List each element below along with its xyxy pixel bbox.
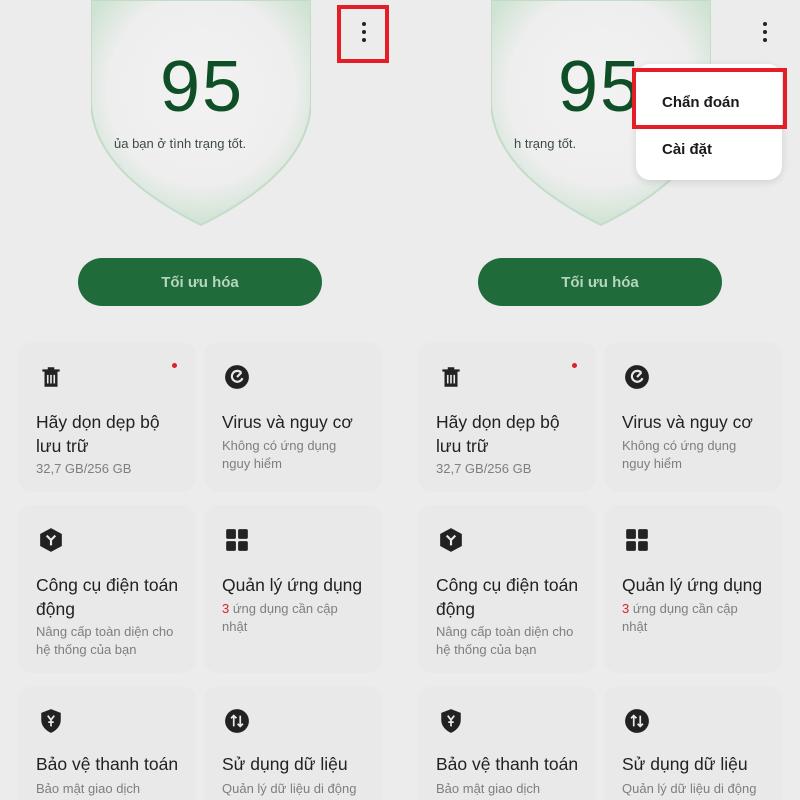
grid-apps-icon — [626, 529, 648, 551]
card-title: Hãy dọn dẹp bộ — [36, 412, 160, 432]
card-subtitle: Nâng cấp toàn diện cho — [436, 624, 574, 639]
card-payment[interactable]: Bảo vệ thanh toán Bảo mật giao dịch — [418, 686, 596, 800]
card-subtitle: Quản lý dữ liệu di động — [622, 781, 757, 796]
optimize-button[interactable]: Tối ưu hóa — [78, 258, 322, 306]
card-title: Sử dụng dữ liệu — [222, 754, 348, 774]
card-storage[interactable]: Hãy dọn dẹp bộ lưu trữ 32,7 GB/256 GB — [418, 342, 596, 492]
card-subtitle: Bảo mật giao dịch — [36, 781, 141, 796]
card-title: lưu trữ — [36, 436, 89, 456]
card-title: Quản lý ứng dụng — [222, 575, 363, 595]
card-payment[interactable]: Bảo vệ thanh toán Bảo mật giao dịch — [18, 686, 196, 800]
card-subtitle: Bảo mật giao dịch — [436, 781, 541, 796]
virus-scan-icon — [225, 365, 249, 389]
card-subtitle: hệ thống của bạn — [436, 642, 537, 657]
card-data-usage[interactable]: Sử dụng dữ liệu Quản lý dữ liệu di động — [204, 686, 382, 800]
cube-tool-icon — [40, 528, 62, 552]
notification-dot — [572, 363, 577, 368]
card-storage[interactable]: Hãy dọn dẹp bộ lưu trữ 32,7 GB/256 GB — [18, 342, 196, 492]
card-subtitle: 32,7 GB/256 GB — [436, 461, 532, 476]
left-screen: 95 ủa bạn ở tình trạng tốt. Tối ưu hóa H… — [0, 0, 400, 800]
card-data-usage[interactable]: Sử dụng dữ liệu Quản lý dữ liệu di động — [604, 686, 782, 800]
card-title: Quản lý ứng dụng — [622, 575, 763, 595]
highlight-more-options — [337, 5, 389, 63]
data-arrows-icon — [225, 709, 249, 733]
more-options-button[interactable] — [747, 10, 783, 54]
card-apps[interactable]: Quản lý ứng dụng 3 ứng dụng cần cập nhật — [204, 505, 382, 673]
card-title: động — [436, 599, 475, 619]
card-title: Công cụ điện toán — [436, 575, 579, 595]
card-subtitle: 3 ứng dụng cần cập — [222, 601, 338, 616]
card-subtitle: Không có ứng dụng — [222, 438, 337, 453]
card-title: Virus và nguy cơ — [622, 412, 753, 432]
card-subtitle: 32,7 GB/256 GB — [36, 461, 132, 476]
cube-tool-icon — [440, 528, 462, 552]
menu-item-settings[interactable]: Cài đặt — [662, 141, 712, 158]
notification-dot — [172, 363, 177, 368]
more-vert-icon — [763, 22, 767, 26]
grid-apps-icon — [226, 529, 248, 551]
card-tools[interactable]: Công cụ điện toán động Nâng cấp toàn diệ… — [418, 505, 596, 673]
card-title: Bảo vệ thanh toán — [36, 754, 179, 774]
card-subtitle: nhật — [222, 619, 248, 634]
right-screen: 95 h trạng tốt. Tối ưu hóa Hãy dọn dẹp b… — [400, 0, 800, 800]
card-title: lưu trữ — [436, 436, 489, 456]
trash-icon — [42, 367, 60, 387]
card-subtitle: Nâng cấp toàn diện cho — [36, 624, 174, 639]
card-title: Bảo vệ thanh toán — [436, 754, 579, 774]
card-title: Hãy dọn dẹp bộ — [436, 412, 560, 432]
card-subtitle: nhật — [622, 619, 648, 634]
card-virus[interactable]: Virus và nguy cơ Không có ứng dụng nguy … — [204, 342, 382, 492]
shield-yen-icon — [41, 709, 61, 733]
card-subtitle: nguy hiểm — [622, 456, 682, 471]
card-subtitle: 3 ứng dụng cần cập — [622, 601, 738, 616]
status-text: h trạng tốt. — [514, 136, 577, 151]
card-subtitle: nguy hiểm — [222, 456, 282, 471]
card-subtitle: hệ thống của bạn — [36, 642, 137, 657]
card-title: Công cụ điện toán — [36, 575, 179, 595]
comparison-screenshot: 95 ủa bạn ở tình trạng tốt. Tối ưu hóa H… — [0, 0, 800, 800]
highlight-diagnose — [632, 68, 787, 129]
status-text: ủa bạn ở tình trạng tốt. — [114, 136, 247, 151]
virus-scan-icon — [625, 365, 649, 389]
card-apps[interactable]: Quản lý ứng dụng 3 ứng dụng cần cập nhật — [604, 505, 782, 673]
card-virus[interactable]: Virus và nguy cơ Không có ứng dụng nguy … — [604, 342, 782, 492]
card-title: Sử dụng dữ liệu — [622, 754, 748, 774]
card-tools[interactable]: Công cụ điện toán động Nâng cấp toàn diệ… — [18, 505, 196, 673]
card-title: Virus và nguy cơ — [222, 412, 353, 432]
shield-yen-icon — [441, 709, 461, 733]
trash-icon — [442, 367, 460, 387]
card-subtitle: Không có ứng dụng — [622, 438, 737, 453]
card-title: động — [36, 599, 75, 619]
data-arrows-icon — [625, 709, 649, 733]
card-subtitle: Quản lý dữ liệu di động — [222, 781, 357, 796]
optimize-button[interactable]: Tối ưu hóa — [478, 258, 722, 306]
